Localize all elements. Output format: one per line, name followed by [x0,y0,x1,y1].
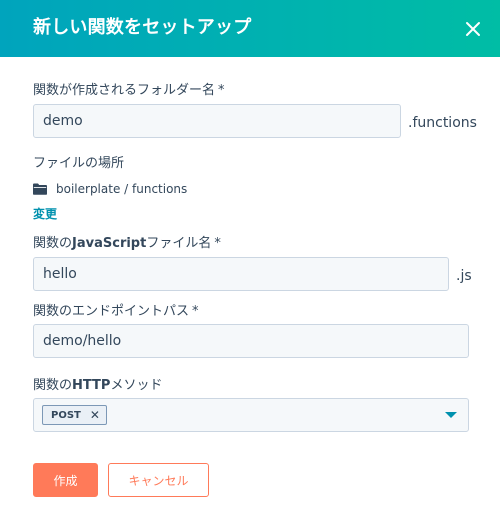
js-file-suffix: .js [456,268,472,284]
remove-tag-icon[interactable]: ✕ [90,409,100,421]
required-mark: * [192,304,199,319]
required-mark: * [218,83,225,98]
cancel-button[interactable]: キャンセル [108,463,209,497]
folder-name-input[interactable]: demo [33,104,401,138]
required-mark: * [214,236,221,251]
folder-name-suffix: .functions [408,115,477,131]
file-location-path: boilerplate / functions [33,182,187,196]
create-button[interactable]: 作成 [33,463,98,497]
file-location-text: boilerplate / functions [56,182,188,196]
dialog-header: 新しい関数をセットアップ [0,0,500,57]
caret-down-icon[interactable] [445,412,457,418]
endpoint-path-input[interactable]: demo/hello [33,324,469,358]
method-tag-label: POST [51,409,81,421]
folder-icon [33,183,47,195]
method-tag-post: POST ✕ [42,405,107,425]
js-file-name-label: 関数のJavaScriptファイル名 * [33,236,221,251]
dialog-title: 新しい関数をセットアップ [33,17,252,38]
file-location-label: ファイルの場所 [33,156,125,171]
js-file-name-input[interactable]: hello [33,257,449,291]
close-icon [466,22,480,36]
close-button[interactable] [460,16,486,42]
http-method-label: 関数のHTTPメソッド [33,378,163,393]
endpoint-path-label: 関数のエンドポイントパス * [33,304,199,319]
change-location-link[interactable]: 変更 [33,206,57,222]
folder-name-label: 関数が作成されるフォルダー名 * [33,83,225,98]
http-method-select[interactable]: POST ✕ [33,398,469,432]
